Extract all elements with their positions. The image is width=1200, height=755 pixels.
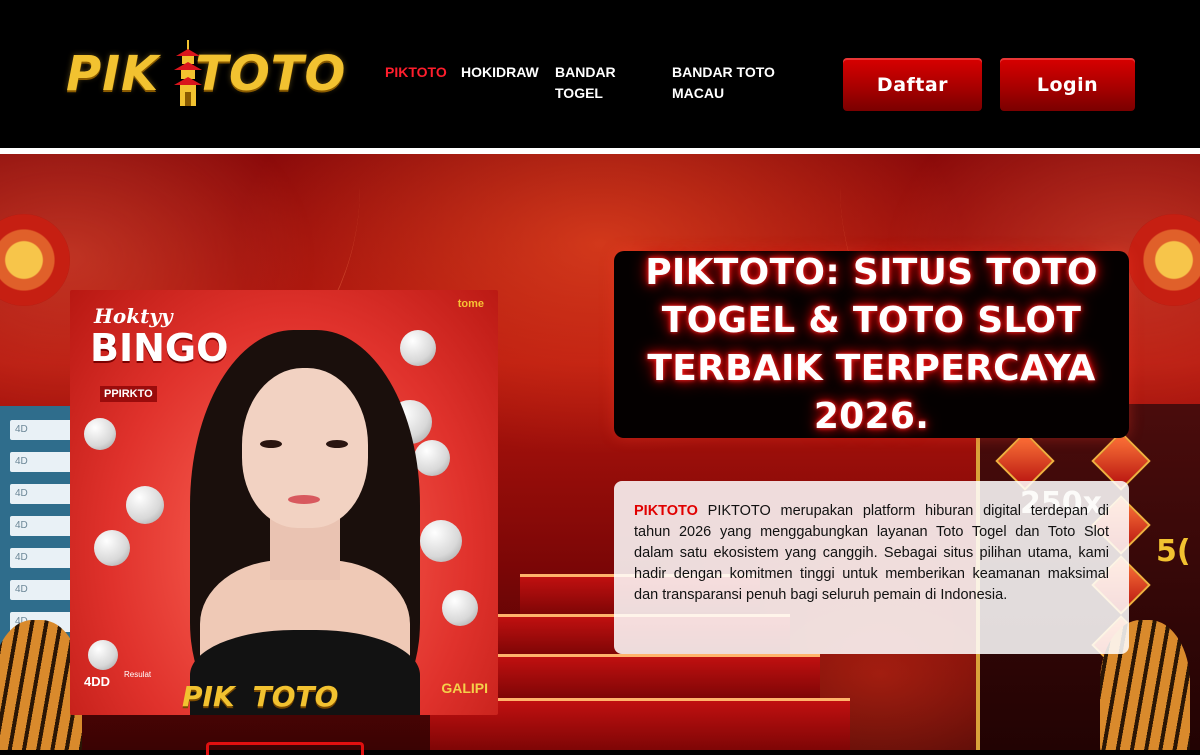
hero-description-box: PIKTOTO PIKTOTO merupakan platform hibur… — [614, 481, 1129, 654]
hero-title-box: PIKTOTO: SITUS TOTO TOGEL & TOTO SLOT TE… — [614, 251, 1129, 438]
card-4dd-label: 4DD — [84, 674, 111, 689]
lottery-ball-icon — [414, 440, 450, 476]
slot-multiplier-2: 5( — [1156, 534, 1191, 569]
lottery-ball-icon — [400, 330, 436, 366]
slot-side-panel-left: 4D 4D 4D 4D 4D 4D 4D — [0, 406, 78, 646]
lottery-ball-icon — [442, 590, 478, 626]
login-button[interactable]: Login — [1000, 58, 1135, 111]
lottery-ball-icon — [126, 486, 164, 524]
description-text: PIKTOTO merupakan platform hiburan digit… — [634, 503, 1109, 603]
side-chip: 4D — [10, 516, 72, 536]
logo-text-left: PIK — [66, 46, 160, 102]
card-brand-tag: tome — [457, 298, 484, 310]
nav-item-piktoto[interactable]: PIKTOTO — [385, 62, 447, 83]
header: PIK TOTO PIKTOTO HOKIDRAW BANDAR TOGEL BA… — [0, 0, 1200, 148]
nav-item-bandar-togel[interactable]: BANDAR TOGEL — [555, 62, 635, 104]
card-corner-mark: GALIPI — [441, 680, 488, 696]
lottery-ball-icon — [84, 418, 116, 450]
logo-wordmark: PIK TOTO — [66, 46, 346, 102]
hero-banner: 4D 4D 4D 4D 4D 4D 4D 250x 5( tome Hoktyy… — [0, 154, 1200, 750]
side-chip: 4D — [10, 484, 72, 504]
model-face — [242, 368, 368, 528]
bingo-subtitle: Hoktyy — [94, 304, 173, 328]
promo-banner-image: tome Hoktyy BINGO PPIRKTO 4DD Resulat PI… — [70, 290, 498, 715]
side-chip: 4D — [10, 548, 72, 568]
site-logo[interactable]: PIK TOTO — [66, 40, 366, 112]
nav-item-hokidraw[interactable]: HOKIDRAW — [461, 62, 539, 83]
bingo-title: BINGO — [90, 326, 229, 370]
bottom-frame-decoration — [206, 742, 364, 755]
register-button[interactable]: Daftar — [843, 58, 982, 111]
pagoda-icon — [174, 40, 202, 106]
logo-text-right: TOTO — [195, 46, 347, 102]
card-logo: PIK TOTO — [182, 680, 339, 713]
nav-item-bandar-toto-macau[interactable]: BANDAR TOTO MACAU — [672, 62, 792, 104]
bingo-brand-label: PPIRKTO — [100, 386, 157, 402]
lottery-ball-icon — [420, 520, 462, 562]
lottery-ball-icon — [94, 530, 130, 566]
lottery-ball-icon — [88, 640, 118, 670]
model-eye — [326, 440, 348, 448]
model-lips — [288, 495, 320, 504]
hero-title: PIKTOTO: SITUS TOTO TOGEL & TOTO SLOT TE… — [645, 251, 1098, 437]
description-highlight: PIKTOTO — [634, 503, 698, 519]
side-chip: 4D — [10, 452, 72, 472]
card-result-label: Resulat — [124, 670, 152, 679]
side-chip: 4D — [10, 420, 72, 440]
side-chip: 4D — [10, 580, 72, 600]
model-eye — [260, 440, 282, 448]
